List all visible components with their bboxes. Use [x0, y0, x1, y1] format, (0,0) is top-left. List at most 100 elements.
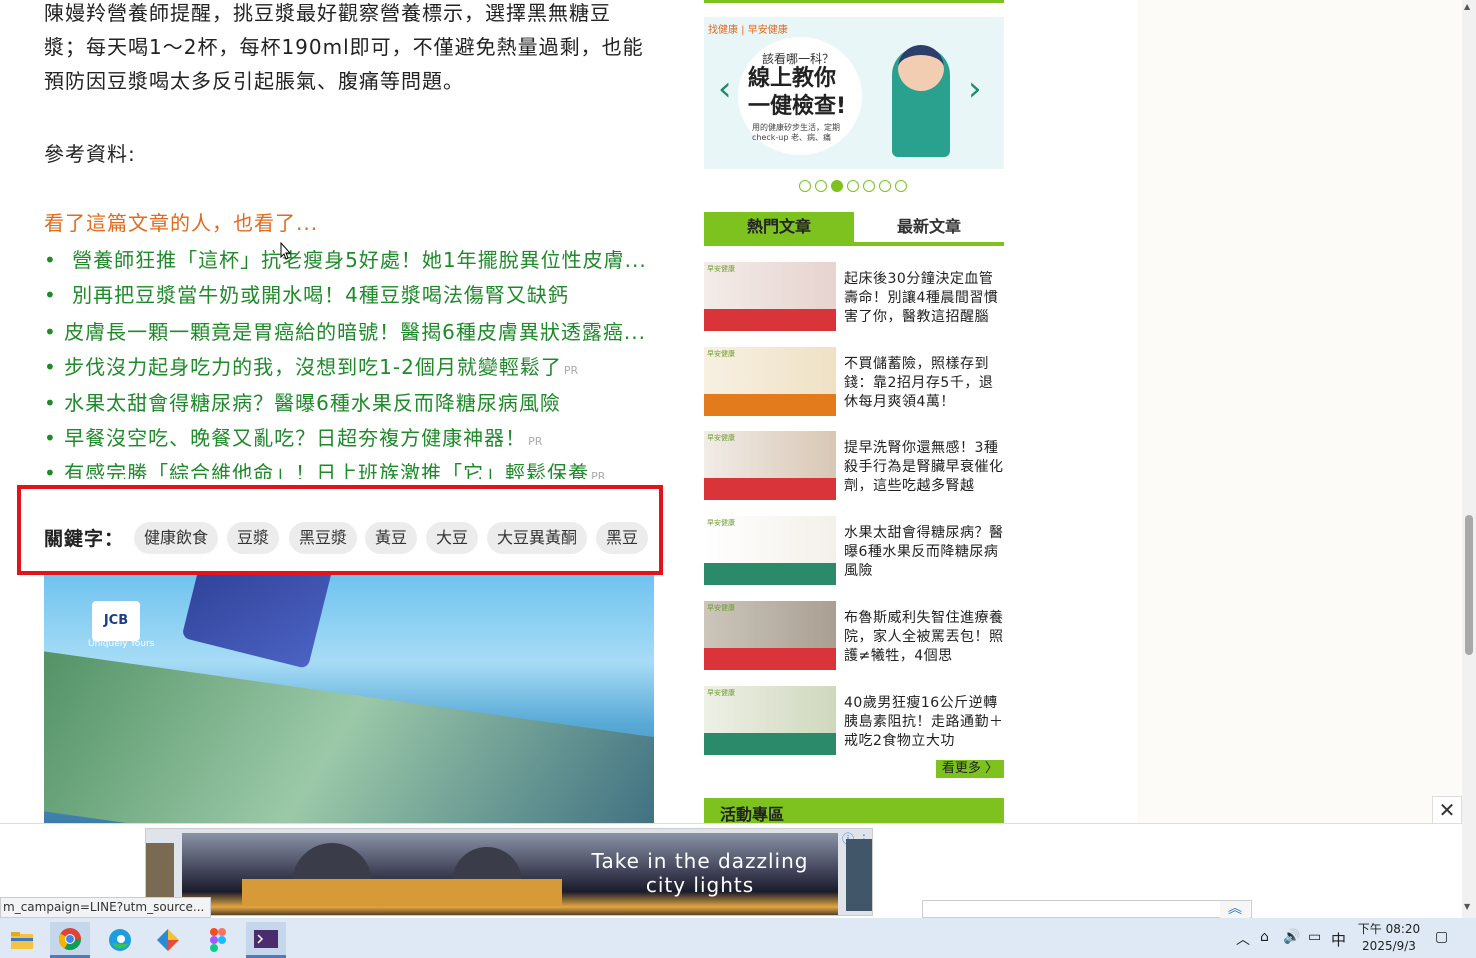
keyword-tag[interactable]: 豆漿 — [227, 522, 280, 554]
figma-icon[interactable] — [198, 922, 238, 958]
video-advertisement[interactable]: JCB Uniquely Yours — [44, 575, 654, 823]
article-paragraph-line: 陳嫚羚營養師提醒，挑豆漿最好觀察營養標示，選擇黑無糖豆 — [44, 1, 611, 25]
carousel-dot-active[interactable] — [831, 180, 843, 192]
ad-side-image — [846, 839, 872, 911]
keyword-tag[interactable]: 黑豆漿 — [289, 522, 358, 554]
sidebar-article-title[interactable]: 不買儲蓄險，照樣存到錢：靠2招月存5千，退休每月爽領4萬！ — [844, 355, 1004, 412]
sidebar-article[interactable]: 早安健康 水果太甜會得糖尿病？醫曝6種水果反而降糖尿病風險 — [704, 516, 1004, 586]
carousel-dot[interactable] — [895, 180, 907, 192]
banner-headline: 線上教你 一健檢查! — [748, 65, 846, 121]
related-articles-title: 看了這篇文章的人，也看了... — [44, 211, 319, 235]
scroll-up-icon[interactable]: ︽ — [1220, 901, 1250, 918]
mouse-cursor-icon — [280, 242, 292, 260]
carousel-next-icon[interactable]: › — [968, 69, 982, 109]
article-thumbnail: 早安健康 — [704, 431, 836, 500]
carousel-dot[interactable] — [879, 180, 891, 192]
clock-time: 下午 08:20 — [1357, 922, 1421, 936]
chrome-icon[interactable] — [50, 922, 90, 958]
related-article-text[interactable]: 別再把豆漿當牛奶或開水喝！4種豆漿喝法傷腎又缺鈣 — [72, 283, 569, 307]
tab-popular[interactable]: 熱門文章 — [704, 212, 854, 242]
file-explorer-icon[interactable] — [2, 922, 42, 958]
see-more-link[interactable]: 看更多 〉 — [936, 760, 1004, 778]
activity-section-header: 活動專區 — [704, 798, 1004, 826]
related-article-link[interactable]: • 營養師狂推「這杯」抗老瘦身5好處！她1年擺脫異位性皮膚... — [44, 244, 647, 273]
jcb-logo: JCB — [92, 601, 140, 641]
jcb-tagline: Uniquely Yours — [88, 639, 155, 649]
related-article-link[interactable]: • 早餐沒空吃、晚餐又亂吃？日超夯複方健康神器！ PR — [44, 422, 542, 451]
sidebar-article[interactable]: 早安健康 提早洗腎你還無感！3種殺手行為是腎臟早衰催化劑，這些吃越多腎越 — [704, 431, 1004, 501]
related-article-link[interactable]: • 別再把豆漿當牛奶或開水喝！4種豆漿喝法傷腎又缺鈣 — [44, 279, 569, 308]
close-ad-icon[interactable]: ✕ — [1432, 796, 1462, 824]
sidebar-article[interactable]: 早安健康 40歲男狂瘦16公斤逆轉胰島素阻抗！走路通勤＋戒吃2食物立大功 — [704, 686, 1004, 756]
sidebar-article[interactable]: 早安健康 起床後30分鐘決定血管壽命！別讓4種晨間習慣害了你，醫教這招醒腦 — [704, 262, 1004, 332]
references-label: 參考資料: — [44, 142, 136, 166]
sidebar-article-title[interactable]: 40歲男狂瘦16公斤逆轉胰島素阻抗！走路通勤＋戒吃2食物立大功 — [844, 694, 1004, 751]
keyword-tag[interactable]: 大豆異黃酮 — [487, 522, 588, 554]
related-article-text[interactable]: 水果太甜會得糖尿病？醫曝6種水果反而降糖尿病風險 — [64, 391, 561, 415]
carousel-dot[interactable] — [799, 180, 811, 192]
related-article-text[interactable]: 步伐沒力起身吃力的我，沒想到吃1-2個月就變輕鬆了 — [64, 355, 562, 379]
notification-center-icon[interactable]: ▢ — [1435, 929, 1448, 945]
article-thumbnail: 早安健康 — [704, 601, 836, 670]
scroll-down-arrow-icon[interactable]: ▼ — [1464, 902, 1470, 911]
article-thumbnail: 早安健康 — [704, 347, 836, 416]
related-article-text[interactable]: 有感完勝「綜合維他命」！日上班族激推「它」輕鬆保養 — [64, 461, 589, 479]
ad-scenery — [44, 648, 654, 823]
show-hidden-icons-icon[interactable]: ︿ — [1236, 929, 1250, 949]
carousel-dot[interactable] — [863, 180, 875, 192]
sidebar-article[interactable]: 早安健康 布魯斯威利失智住進療養院，家人全被罵丟包！照護≠犧牲，4個思 — [704, 601, 1004, 671]
sidebar-article[interactable]: 早安健康 不買儲蓄險，照樣存到錢：靠2招月存5千，退休每月爽領4萬！ — [704, 347, 1004, 417]
ime-indicator[interactable]: 中 — [1331, 929, 1346, 950]
edge-icon[interactable] — [100, 922, 140, 958]
carousel-dot[interactable] — [815, 180, 827, 192]
observatory-building — [242, 879, 562, 905]
scroll-up-arrow-icon[interactable]: ▲ — [1464, 2, 1470, 11]
thumb-brand: 早安健康 — [707, 689, 735, 697]
article-paragraph-line: 漿；每天喝1～2杯，每杯190ml即可，不僅避免熱量過剩，也能 — [44, 35, 644, 59]
thumb-caption-strip — [704, 394, 836, 416]
related-article-text[interactable]: 營養師狂推「這杯」抗老瘦身5好處！她1年擺脫異位性皮膚... — [72, 248, 647, 272]
sidebar-article-title[interactable]: 提早洗腎你還無感！3種殺手行為是腎臟早衰催化劑，這些吃越多腎越 — [844, 439, 1004, 496]
thumb-brand: 早安健康 — [707, 519, 735, 527]
page-right-gutter — [1138, 0, 1462, 918]
sidebar-banner-ad[interactable]: 找健康 | 早安健康 該看哪一科？ 線上教你 一健檢查! 用的健康矽步生活，定期… — [704, 17, 1004, 169]
network-icon[interactable]: ▭ — [1308, 929, 1321, 945]
banner-headline-line: 一健檢查! — [748, 94, 847, 119]
keyword-tag[interactable]: 黑豆 — [596, 522, 649, 554]
bottom-banner-ad[interactable]: Take in the dazzling city lights ⓘ ⋮ — [145, 828, 873, 916]
related-article-link[interactable]: • 步伐沒力起身吃力的我，沒想到吃1-2個月就變輕鬆了 PR — [44, 351, 578, 380]
carousel-prev-icon[interactable]: ‹ — [718, 69, 732, 109]
sidebar-article-title[interactable]: 水果太甜會得糖尿病？醫曝6種水果反而降糖尿病風險 — [844, 524, 1004, 581]
article-thumbnail: 早安健康 — [704, 686, 836, 755]
browser-viewport: 陳嫚羚營養師提醒，挑豆漿最好觀察營養標示，選擇黑無糖豆 漿；每天喝1～2杯，每杯… — [0, 0, 1476, 918]
keyword-tag[interactable]: 健康飲食 — [134, 522, 219, 554]
scrollbar-thumb[interactable] — [1465, 515, 1473, 655]
article-thumbnail: 早安健康 — [704, 516, 836, 585]
thumb-caption-strip — [704, 478, 836, 500]
pr-badge: PR — [591, 470, 606, 479]
system-clock[interactable]: 下午 08:20 2025/9/3 — [1352, 921, 1426, 955]
sidebar-tabs: 熱門文章 最新文章 — [704, 212, 1004, 246]
tab-latest[interactable]: 最新文章 — [854, 212, 1004, 242]
related-article-link[interactable]: • 皮膚長一顆一顆竟是胃癌給的暗號！醫揭6種皮膚異狀透露癌... — [44, 316, 646, 345]
meet-now-icon[interactable]: ⌂ — [1260, 929, 1269, 945]
article-thumbnail: 早安健康 — [704, 262, 836, 331]
sidebar-article-title[interactable]: 起床後30分鐘決定血管壽命！別讓4種晨間習慣害了你，醫教這招醒腦 — [844, 270, 1004, 327]
terminal-icon[interactable] — [246, 922, 286, 958]
page-scrollbar[interactable]: ▲ ▼ — [1462, 0, 1476, 918]
keyword-tag[interactable]: 黃豆 — [365, 522, 418, 554]
related-article-text[interactable]: 皮膚長一顆一顆竟是胃癌給的暗號！醫揭6種皮膚異狀透露癌... — [64, 320, 646, 344]
volume-icon[interactable]: 🔊 — [1283, 929, 1300, 945]
related-article-link[interactable]: • 水果太甜會得糖尿病？醫曝6種水果反而降糖尿病風險 — [44, 387, 561, 416]
ad-side-image — [146, 843, 174, 903]
related-article-text[interactable]: 早餐沒空吃、晚餐又亂吃？日超夯複方健康神器！ — [64, 426, 526, 450]
credit-card-image — [181, 575, 337, 669]
carousel-dot[interactable] — [847, 180, 859, 192]
windows-taskbar: ︿ ⌂ 🔊 ▭ 中 下午 08:20 2025/9/3 ▢ — [0, 918, 1476, 958]
diamond-app-icon[interactable] — [148, 922, 188, 958]
doctor-head-illustration — [898, 45, 944, 91]
sidebar-article-title[interactable]: 布魯斯威利失智住進療養院，家人全被罵丟包！照護≠犧牲，4個思 — [844, 609, 1004, 666]
related-article-link[interactable]: • 有感完勝「綜合維他命」！日上班族激推「它」輕鬆保養 PR — [44, 457, 605, 479]
keywords-label: 關鍵字： — [44, 528, 125, 550]
keyword-tag[interactable]: 大豆 — [426, 522, 479, 554]
